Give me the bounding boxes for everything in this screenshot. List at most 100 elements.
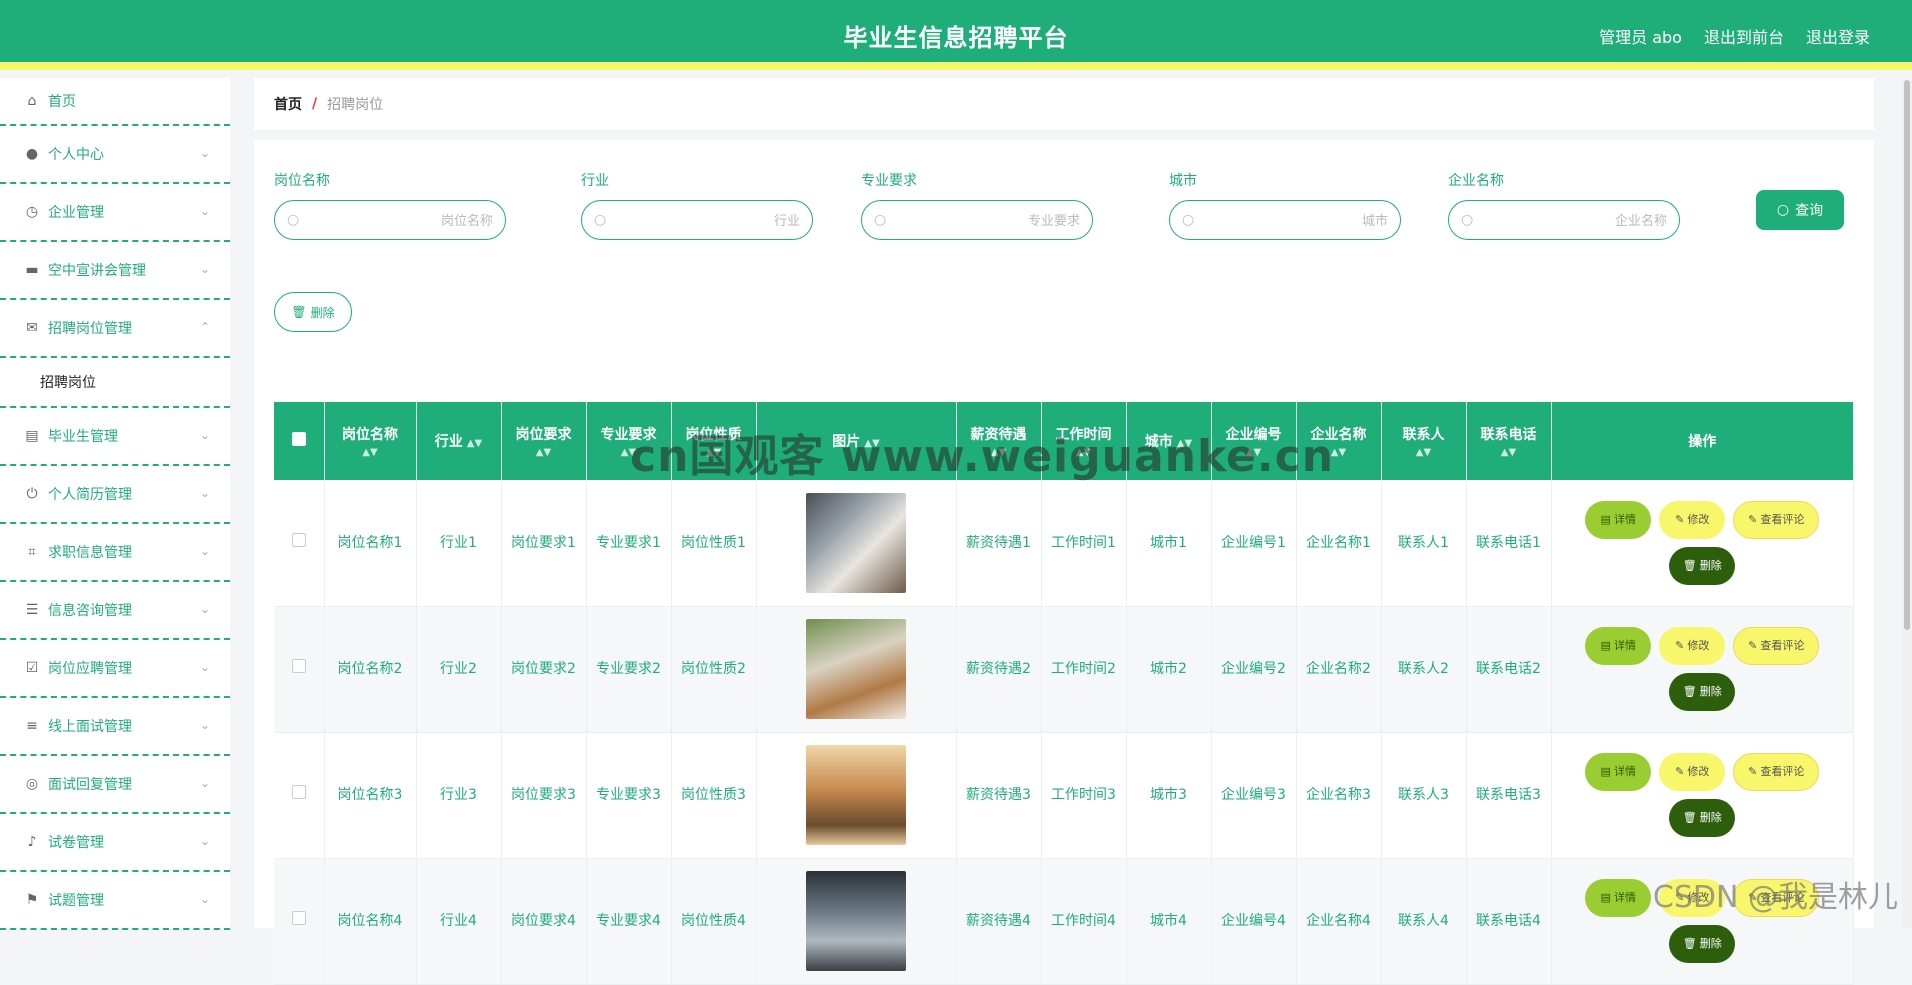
col-header[interactable]: 岗位要求▲▼ [501, 402, 586, 480]
sidebar-item-online-interview[interactable]: ≡ 线上面试管理 ⌄ [0, 698, 230, 756]
view-comments-button[interactable]: ✎查看评论 [1733, 879, 1819, 917]
sidebar-item-jobs[interactable]: ✉ 招聘岗位管理 ⌃ [0, 300, 230, 358]
table-cell: 岗位性质1 [671, 480, 756, 606]
table-cell: 联系电话2 [1466, 606, 1551, 732]
actions-cell: ▤详情 ✎修改 ✎查看评论 🗑删除 [1551, 858, 1854, 984]
sidebar-item-application[interactable]: ☑ 岗位应聘管理 ⌄ [0, 640, 230, 698]
job-image[interactable] [806, 871, 906, 971]
flag-icon: ⚑ [24, 892, 40, 908]
job-image[interactable] [806, 619, 906, 719]
col-header[interactable]: 工作时间▲▼ [1041, 402, 1126, 480]
sidebar-item-personal-center[interactable]: ● 个人中心 ⌄ [0, 126, 230, 184]
col-header[interactable]: 联系人▲▼ [1381, 402, 1466, 480]
row-select-cell[interactable] [274, 480, 324, 606]
col-header[interactable]: 城市▲▼ [1126, 402, 1211, 480]
row-checkbox[interactable] [292, 911, 306, 925]
filter-label: 专业要求 [861, 170, 1093, 190]
chevron-down-icon: ⌄ [200, 834, 210, 848]
clock-icon: ◷ [24, 204, 40, 220]
row-delete-button[interactable]: 🗑删除 [1669, 547, 1735, 585]
table-body: 岗位名称1行业1岗位要求1专业要求1岗位性质1薪资待遇1工作时间1城市1企业编号… [274, 480, 1854, 984]
row-select-cell[interactable] [274, 732, 324, 858]
city-input[interactable] [1194, 213, 1388, 228]
edit-button[interactable]: ✎修改 [1659, 753, 1725, 791]
edit-button[interactable]: ✎修改 [1659, 879, 1725, 917]
table-cell: 薪资待遇2 [956, 606, 1041, 732]
select-all-checkbox[interactable] [292, 432, 306, 446]
sidebar-item-interview-reply[interactable]: ◎ 面试回复管理 ⌄ [0, 756, 230, 814]
sort-icon: ▲▼ [1297, 448, 1381, 458]
job-name-input[interactable] [299, 213, 493, 228]
col-header[interactable]: 联系电话▲▼ [1466, 402, 1551, 480]
row-checkbox[interactable] [292, 659, 306, 673]
breadcrumb-home[interactable]: 首页 [274, 94, 302, 114]
row-delete-button[interactable]: 🗑删除 [1669, 673, 1735, 711]
row-delete-button[interactable]: 🗑删除 [1669, 925, 1735, 963]
table-cell: 工作时间1 [1041, 480, 1126, 606]
admin-label[interactable]: 管理员 abo [1599, 24, 1682, 48]
col-header[interactable]: 专业要求▲▼ [586, 402, 671, 480]
table-cell: 联系电话4 [1466, 858, 1551, 984]
exit-to-front-link[interactable]: 退出到前台 [1704, 24, 1784, 48]
sidebar-item-exam-paper[interactable]: ♪ 试卷管理 ⌄ [0, 814, 230, 872]
sidebar-item-questions[interactable]: ⚑ 试题管理 ⌄ [0, 872, 230, 930]
crop-icon: ⌗ [24, 544, 40, 560]
bulk-delete-button[interactable]: 🗑 删除 [274, 292, 352, 332]
table-cell: 岗位要求4 [501, 858, 586, 984]
logout-link[interactable]: 退出登录 [1806, 24, 1870, 48]
col-header[interactable]: 薪资待遇▲▼ [956, 402, 1041, 480]
pencil-icon: ✎ [1748, 761, 1757, 783]
actions-cell: ▤详情 ✎修改 ✎查看评论 🗑删除 [1551, 606, 1854, 732]
detail-button[interactable]: ▤详情 [1585, 753, 1651, 791]
document-icon: ▤ [1601, 761, 1611, 783]
view-comments-button[interactable]: ✎查看评论 [1733, 501, 1819, 539]
table-cell: 工作时间4 [1041, 858, 1126, 984]
view-comments-button[interactable]: ✎查看评论 [1733, 753, 1819, 791]
col-header[interactable]: 行业▲▼ [416, 402, 501, 480]
sidebar-item-seminar[interactable]: ▬ 空中宣讲会管理 ⌄ [0, 242, 230, 300]
sidebar-item-consult[interactable]: ☰ 信息咨询管理 ⌄ [0, 582, 230, 640]
sidebar-item-graduates[interactable]: ▤ 毕业生管理 ⌄ [0, 408, 230, 466]
row-checkbox[interactable] [292, 533, 306, 547]
col-header[interactable]: 企业编号▲▼ [1211, 402, 1296, 480]
row-checkbox[interactable] [292, 785, 306, 799]
col-header[interactable]: 图片▲▼ [756, 402, 956, 480]
clipboard-icon: ▤ [24, 428, 40, 444]
row-actions: ▤详情 ✎修改 ✎查看评论 🗑删除 [1582, 627, 1822, 711]
detail-button[interactable]: ▤详情 [1585, 627, 1651, 665]
edit-button[interactable]: ✎修改 [1659, 501, 1725, 539]
select-all-header[interactable] [274, 402, 324, 480]
edit-button[interactable]: ✎修改 [1659, 627, 1725, 665]
sidebar-item-job-seeking[interactable]: ⌗ 求职信息管理 ⌄ [0, 524, 230, 582]
sort-icon: ▲▼ [957, 448, 1041, 458]
scrollbar-thumb[interactable] [1904, 80, 1910, 630]
detail-button[interactable]: ▤详情 [1585, 879, 1651, 917]
col-header[interactable]: 企业名称▲▼ [1296, 402, 1381, 480]
col-header[interactable]: 岗位名称▲▼ [324, 402, 416, 480]
detail-button[interactable]: ▤详情 [1585, 501, 1651, 539]
query-button[interactable]: ○ 查询 [1756, 190, 1844, 230]
sidebar-item-resume[interactable]: ⏻ 个人简历管理 ⌄ [0, 466, 230, 524]
job-image[interactable] [806, 745, 906, 845]
company-input[interactable] [1473, 213, 1667, 228]
row-select-cell[interactable] [274, 858, 324, 984]
table-cell: 行业3 [416, 732, 501, 858]
sidebar-item-home[interactable]: ⌂ 首页 [0, 78, 230, 126]
col-header[interactable]: 岗位性质▲▼ [671, 402, 756, 480]
industry-input[interactable] [606, 213, 800, 228]
row-select-cell[interactable] [274, 606, 324, 732]
major-input[interactable] [886, 213, 1080, 228]
sidebar-item-company[interactable]: ◷ 企业管理 ⌄ [0, 184, 230, 242]
chevron-down-icon: ⌄ [200, 892, 210, 906]
table-cell: 企业编号3 [1211, 732, 1296, 858]
chevron-down-icon: ⌄ [200, 660, 210, 674]
page-scrollbar[interactable] [1902, 80, 1912, 928]
row-actions: ▤详情 ✎修改 ✎查看评论 🗑删除 [1582, 753, 1822, 837]
filter-industry: 行业 ○ [581, 170, 813, 240]
view-comments-button[interactable]: ✎查看评论 [1733, 627, 1819, 665]
row-delete-button[interactable]: 🗑删除 [1669, 799, 1735, 837]
chevron-up-icon: ⌃ [200, 320, 210, 334]
sidebar-subitem-job-posts[interactable]: 招聘岗位 [0, 358, 230, 408]
job-image[interactable] [806, 493, 906, 593]
query-button-label: 查询 [1795, 200, 1823, 220]
